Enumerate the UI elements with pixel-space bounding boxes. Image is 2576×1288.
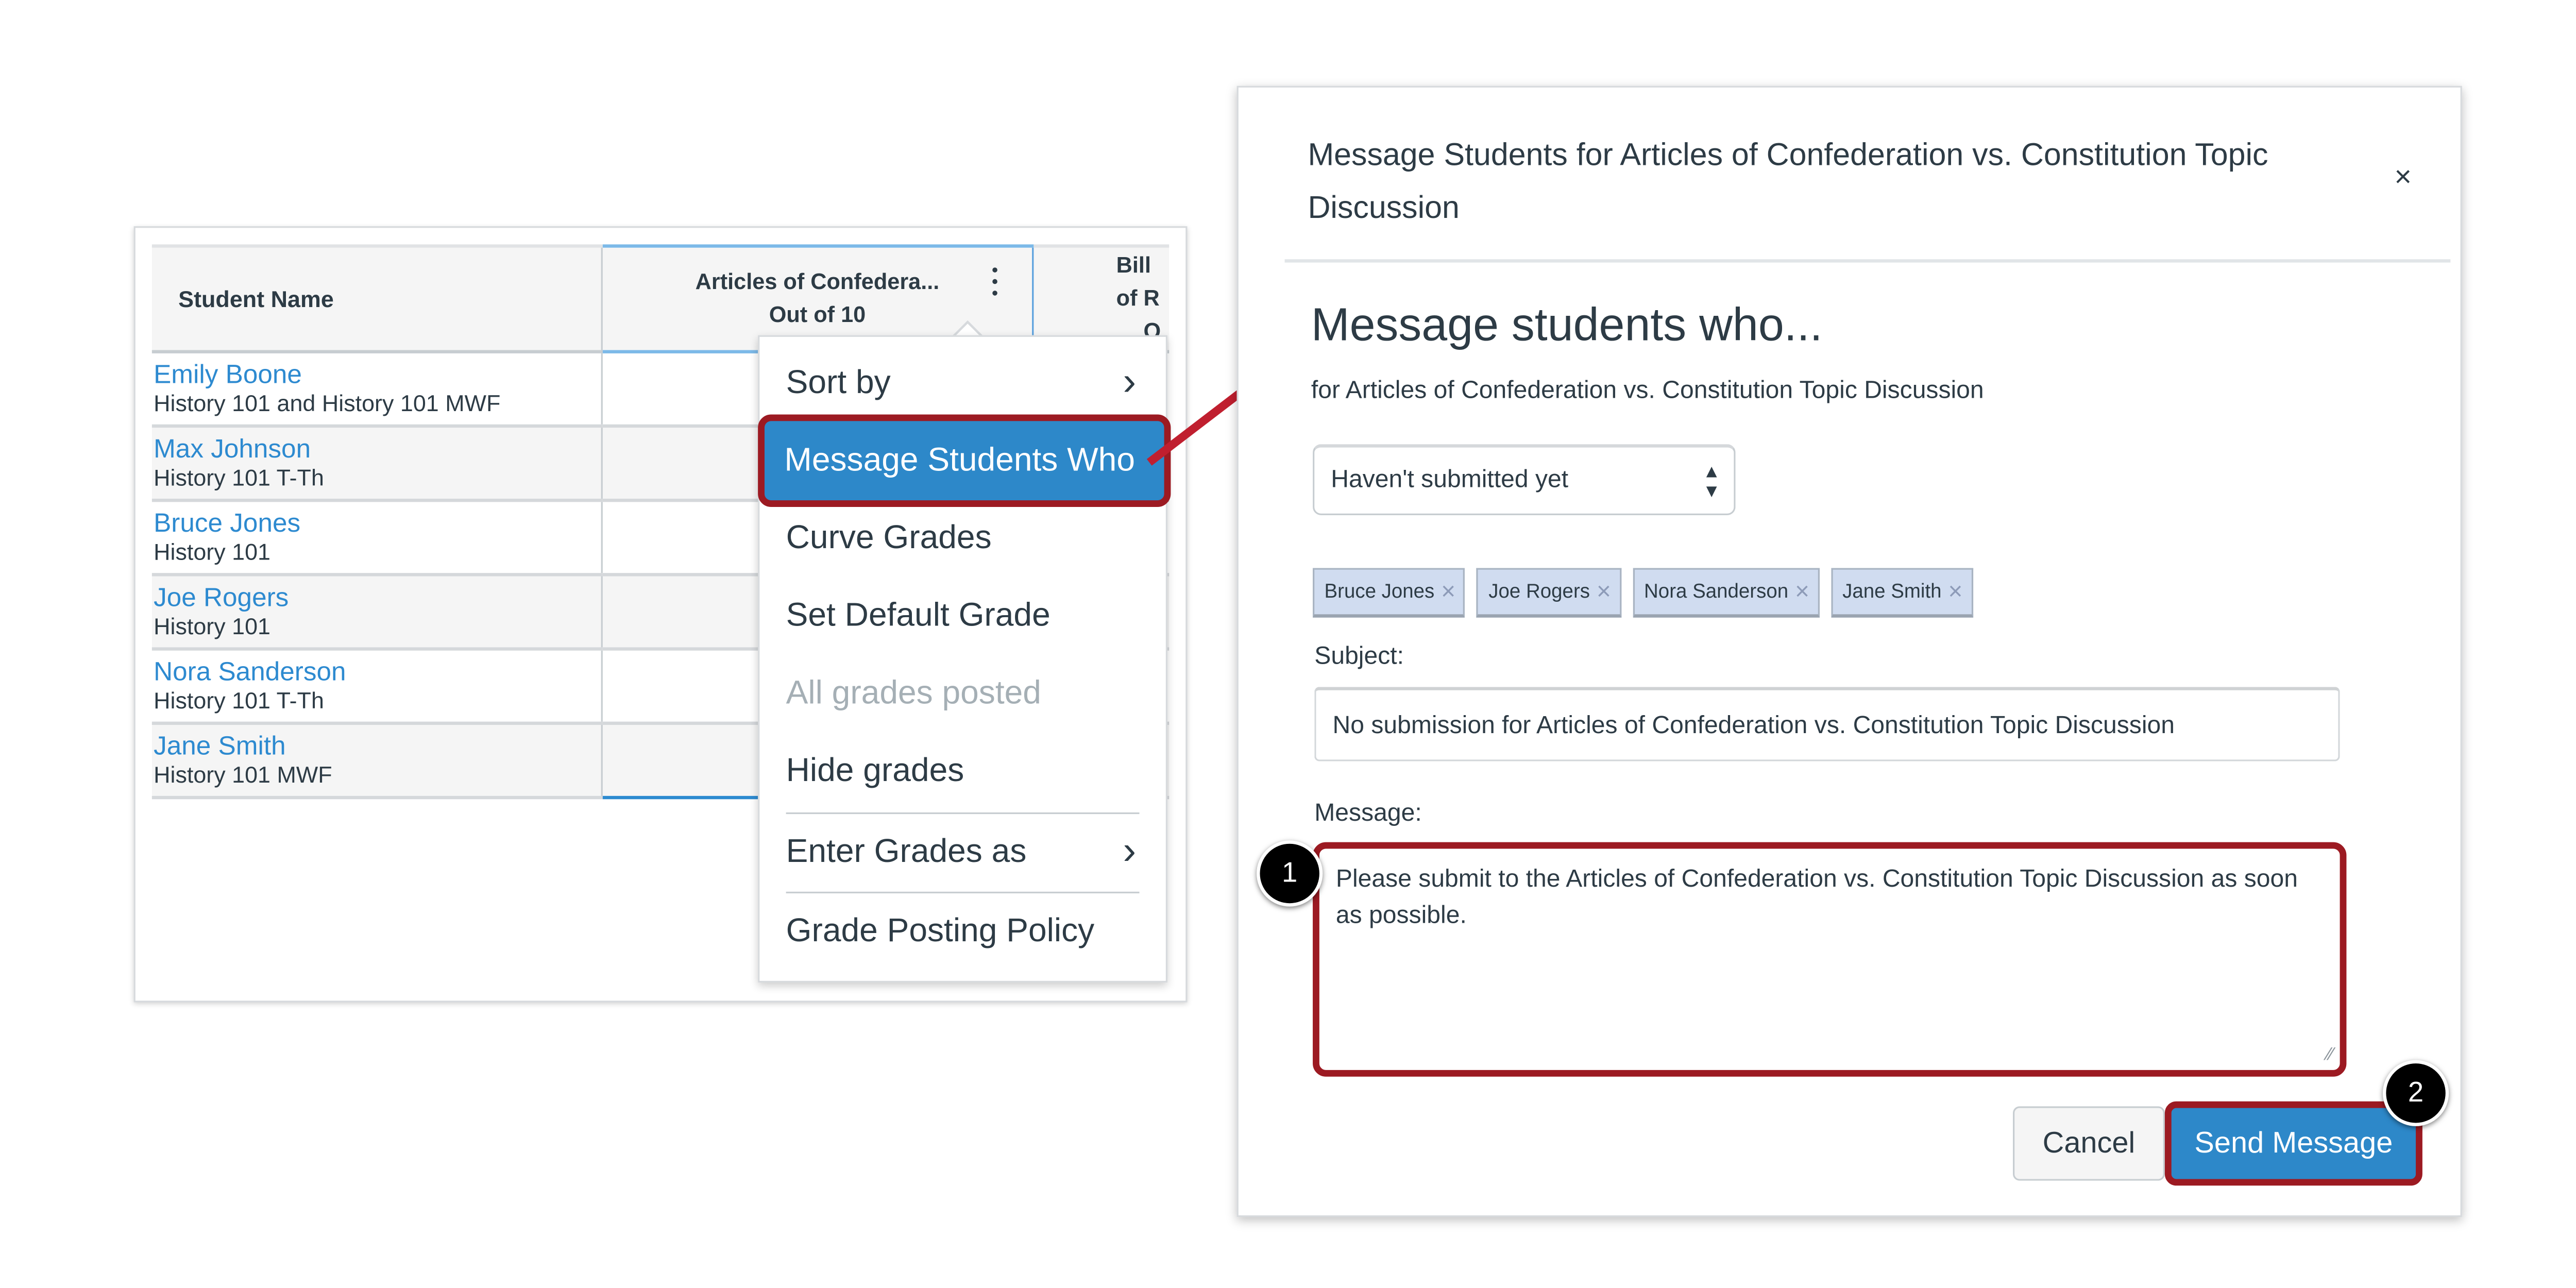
recipient-chip: Nora Sanderson × bbox=[1632, 568, 1820, 618]
student-name-link[interactable]: Bruce Jones bbox=[154, 510, 599, 537]
menu-item-label: Curve Grades bbox=[786, 520, 992, 557]
student-name-link[interactable]: Joe Rogers bbox=[154, 585, 599, 612]
menu-divider bbox=[786, 812, 1140, 815]
menu-item-label: Set Default Grade bbox=[786, 598, 1050, 634]
menu-item-message-students-who-highlight[interactable]: Message Students Who bbox=[758, 414, 1171, 507]
menu-item-curve-grades[interactable]: Curve Grades bbox=[759, 505, 1165, 571]
send-message-button[interactable]: Send Message bbox=[2172, 1108, 2416, 1179]
student-section: History 101 bbox=[154, 537, 271, 564]
student-section: History 101 MWF bbox=[154, 760, 332, 787]
student-name-link[interactable]: Emily Boone bbox=[154, 362, 599, 389]
step-badge-1: 1 bbox=[1257, 840, 1323, 907]
menu-item-label: Message Students Who bbox=[784, 442, 1136, 479]
next-assignment-title: Bill of R bbox=[1116, 252, 1160, 311]
criteria-selected-value: Haven't submitted yet bbox=[1331, 465, 1569, 494]
student-section: History 101 bbox=[154, 612, 271, 638]
message-students-modal: Message Students for Articles of Confede… bbox=[1236, 86, 2462, 1217]
recipient-chip: Bruce Jones × bbox=[1313, 568, 1466, 618]
student-name-cell: Bruce Jones History 101 bbox=[151, 500, 602, 577]
send-message-callout: Send Message bbox=[2164, 1101, 2422, 1186]
assignment-title: Articles of Confedera... bbox=[695, 269, 940, 294]
step-badge-2: 2 bbox=[2382, 1060, 2449, 1126]
menu-item-all-grades-posted: All grades posted bbox=[759, 660, 1165, 726]
menu-item-label: Sort by bbox=[786, 365, 891, 401]
modal-header-divider bbox=[1284, 259, 2451, 263]
cancel-button[interactable]: Cancel bbox=[2013, 1106, 2165, 1181]
student-name-cell: Jane Smith History 101 MWF bbox=[151, 723, 602, 800]
recipient-name: Bruce Jones bbox=[1324, 579, 1435, 603]
remove-recipient-icon[interactable]: × bbox=[1795, 570, 1809, 615]
message-textarea-callout: Please submit to the Articles of Confede… bbox=[1313, 842, 2347, 1077]
student-name-cell: Nora Sanderson History 101 T-Th bbox=[151, 649, 602, 725]
remove-recipient-icon[interactable]: × bbox=[1597, 570, 1611, 615]
menu-divider bbox=[786, 891, 1140, 893]
modal-subheading: for Articles of Confederation vs. Consti… bbox=[1311, 376, 1984, 405]
modal-heading: Message students who... bbox=[1311, 299, 1823, 350]
message-textarea[interactable]: Please submit to the Articles of Confede… bbox=[1332, 858, 2330, 1064]
menu-item-grade-posting-policy[interactable]: Grade Posting Policy bbox=[759, 899, 1165, 964]
subject-label: Subject: bbox=[1314, 642, 1404, 671]
screenshot-stage: Student Name Articles of Confedera... Ou… bbox=[0, 0, 2576, 1288]
recipient-name: Nora Sanderson bbox=[1644, 579, 1789, 603]
chevron-right-icon: › bbox=[1123, 828, 1137, 874]
student-name-cell: Max Johnson History 101 T-Th bbox=[151, 426, 602, 502]
subject-input[interactable] bbox=[1314, 687, 2340, 761]
recipient-chip: Jane Smith × bbox=[1831, 568, 1973, 618]
recipient-chips: Bruce Jones × Joe Rogers × Nora Sanderson × Ja… bbox=[1313, 568, 1973, 618]
select-arrows-icon: ▲ ▼ bbox=[1702, 462, 1721, 502]
menu-item-hide-grades[interactable]: Hide grades bbox=[759, 738, 1165, 804]
menu-item-enter-grades-as[interactable]: Enter Grades as › bbox=[759, 819, 1165, 885]
recipient-chip: Joe Rogers × bbox=[1477, 568, 1621, 618]
modal-title: Message Students for Articles of Confede… bbox=[1308, 139, 2268, 227]
recipient-name: Joe Rogers bbox=[1488, 579, 1590, 603]
student-name-link[interactable]: Nora Sanderson bbox=[154, 659, 599, 686]
menu-item-label: Grade Posting Policy bbox=[786, 913, 1095, 950]
student-section: History 101 T-Th bbox=[154, 463, 324, 490]
close-icon[interactable]: × bbox=[2394, 160, 2412, 195]
resize-grip-icon[interactable]: ⁄⁄ bbox=[2327, 1045, 2333, 1065]
student-section: History 101 and History 101 MWF bbox=[154, 388, 501, 416]
menu-item-label: Hide grades bbox=[786, 753, 964, 790]
student-name-cell: Emily Boone History 101 and History 101 M… bbox=[151, 351, 602, 428]
column-options-kebab-icon[interactable] bbox=[989, 267, 999, 304]
column-header-student-name[interactable]: Student Name bbox=[151, 244, 602, 353]
menu-item-set-default-grade[interactable]: Set Default Grade bbox=[759, 583, 1165, 649]
remove-recipient-icon[interactable]: × bbox=[1441, 570, 1455, 615]
criteria-select[interactable]: Haven't submitted yet ▲ ▼ bbox=[1313, 444, 1736, 515]
menu-item-sort-by[interactable]: Sort by › bbox=[759, 350, 1165, 416]
message-label: Message: bbox=[1314, 799, 1422, 827]
remove-recipient-icon[interactable]: × bbox=[1948, 570, 1962, 615]
student-name-link[interactable]: Max Johnson bbox=[154, 436, 599, 463]
menu-item-label: All grades posted bbox=[786, 675, 1041, 712]
chevron-right-icon: › bbox=[1123, 360, 1137, 405]
menu-item-label: Enter Grades as bbox=[786, 834, 1027, 871]
student-name-link[interactable]: Jane Smith bbox=[154, 733, 599, 760]
recipient-name: Jane Smith bbox=[1842, 579, 1942, 603]
student-section: History 101 T-Th bbox=[154, 686, 324, 713]
student-name-cell: Joe Rogers History 101 bbox=[151, 574, 602, 651]
